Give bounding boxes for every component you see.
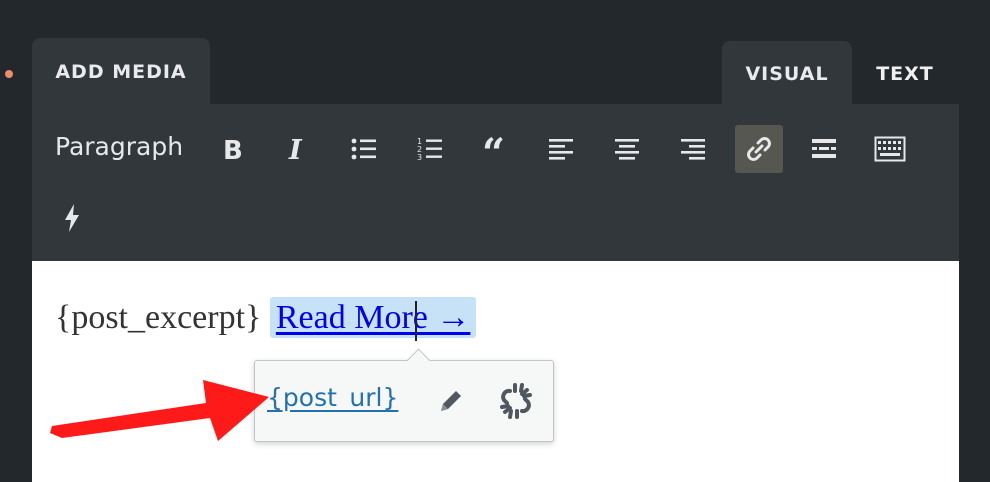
tab-text[interactable]: TEXT: [852, 41, 958, 106]
align-center-icon[interactable]: [603, 125, 651, 173]
svg-text:“: “: [482, 137, 505, 161]
toolbar-toggle-icon[interactable]: [866, 125, 914, 173]
add-media-button[interactable]: ADD MEDIA: [32, 38, 210, 106]
italic-icon[interactable]: I: [272, 125, 320, 173]
content-line: {post_excerpt} Read More →: [55, 297, 477, 338]
link-icon[interactable]: [735, 125, 783, 173]
excerpt-placeholder: {post_excerpt}: [55, 299, 262, 336]
selected-link[interactable]: Read More →: [269, 297, 477, 338]
read-more-icon[interactable]: [800, 125, 848, 173]
bold-icon[interactable]: B: [208, 125, 256, 173]
tab-visual[interactable]: VISUAL: [722, 41, 852, 106]
svg-text:3: 3: [417, 153, 422, 162]
svg-text:B: B: [223, 136, 243, 162]
align-right-icon[interactable]: [669, 125, 717, 173]
link-url[interactable]: {post_url}: [267, 383, 398, 412]
bulleted-list-icon[interactable]: [340, 125, 388, 173]
format-select[interactable]: Paragraph: [55, 132, 183, 161]
edit-pencil-icon[interactable]: [431, 381, 471, 421]
status-dot: [5, 70, 13, 78]
svg-text:I: I: [288, 136, 303, 162]
editor-toolbar: Paragraph B I 1 2 3 “: [32, 104, 959, 261]
align-left-icon[interactable]: [537, 125, 585, 173]
text-cursor: [415, 301, 417, 341]
link-popup: {post_url}: [254, 348, 554, 442]
read-more-link[interactable]: Read More →: [276, 299, 471, 336]
numbered-list-icon[interactable]: 1 2 3: [406, 125, 454, 173]
unlink-icon[interactable]: [496, 381, 536, 421]
shortcode-icon[interactable]: [48, 194, 96, 242]
blockquote-icon[interactable]: “: [472, 125, 520, 173]
